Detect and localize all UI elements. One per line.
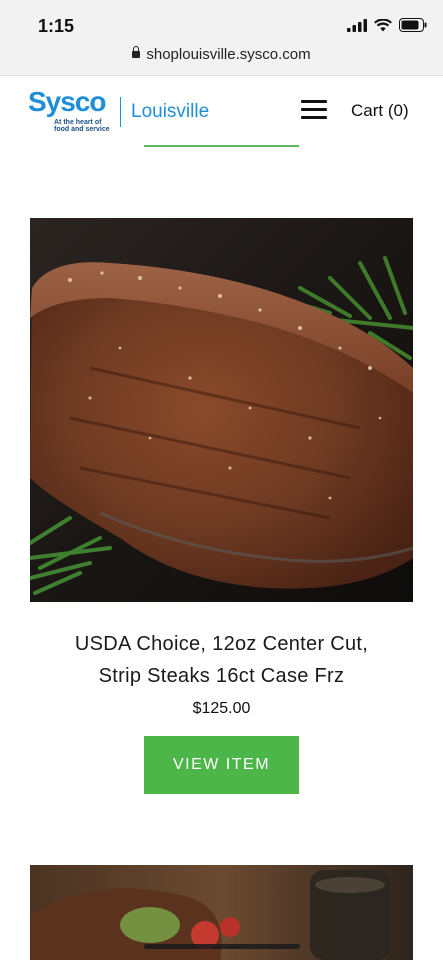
- section-divider: [144, 145, 299, 147]
- lock-icon: [132, 46, 141, 58]
- address-bar[interactable]: shoplouisville.sysco.com: [0, 46, 443, 63]
- view-item-button[interactable]: VIEW ITEM: [144, 736, 299, 794]
- status-icons: [347, 18, 427, 32]
- url-text: shoplouisville.sysco.com: [146, 46, 311, 63]
- cart-link[interactable]: Cart (0): [351, 101, 409, 121]
- product-price: $125.00: [192, 700, 251, 717]
- menu-icon[interactable]: [301, 100, 327, 120]
- product-image[interactable]: [30, 218, 413, 602]
- status-bar: 1:15 shoplouisville.sysco.com: [0, 0, 443, 76]
- product-title[interactable]: USDA Choice, 12oz Center Cut, Strip Stea…: [30, 628, 413, 692]
- signal-icon: [347, 18, 367, 32]
- logo-brand: Sysco: [28, 86, 106, 117]
- logo-tagline-2: food and service: [54, 126, 110, 133]
- wifi-icon: [374, 18, 392, 31]
- battery-icon: [399, 18, 427, 32]
- status-time: 1:15: [38, 16, 75, 36]
- logo-divider: [120, 97, 121, 127]
- product-title-line-1: USDA Choice, 12oz Center Cut,: [74, 633, 369, 655]
- logo-mark: Sysco At the heart of food and service: [28, 88, 110, 136]
- logo-tagline: At the heart of food and service: [54, 119, 110, 133]
- home-indicator: [144, 944, 300, 949]
- logo-city: Louisville: [131, 101, 210, 122]
- site-header: Sysco At the heart of food and service L…: [0, 76, 443, 146]
- product-title-line-2: Strip Steaks 16ct Case Frz: [98, 665, 345, 687]
- sysco-logo[interactable]: Sysco At the heart of food and service L…: [28, 88, 209, 136]
- logo-tagline-1: At the heart of: [54, 119, 102, 126]
